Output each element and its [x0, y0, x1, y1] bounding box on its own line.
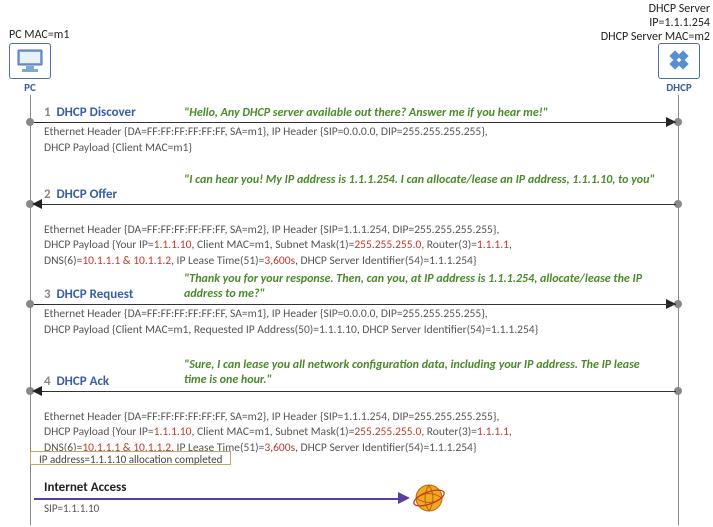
arrow-head-icon — [32, 199, 42, 209]
router: 1.1.1.1 — [477, 425, 509, 439]
txt: , DHCP Server Identifier(54)=1.1.1.254} — [295, 441, 476, 455]
marker-icon — [26, 118, 34, 126]
step-2-label: 2 DHCP Offer — [44, 187, 117, 202]
txt: , DHCP Server Identifier(54)=1.1.1.254} — [295, 254, 476, 268]
txt: , IP Lease Time(51)= — [171, 254, 264, 268]
step-4-quote: "Sure, I can lease you all network confi… — [184, 358, 664, 388]
server-ip-label: DHCP Server IP=1.1.1.254 — [649, 2, 710, 30]
step-number: 1 — [44, 105, 51, 120]
lease-time: 3,600s — [264, 254, 295, 268]
step-4-detail: Ethernet Header {DA=FF:FF:FF:FF:FF:FF, S… — [44, 391, 676, 456]
txt: , Router(3)= — [421, 238, 477, 252]
pc-actor: PC — [9, 43, 51, 94]
subnet-mask: 255.255.255.0 — [354, 425, 421, 439]
step-4-label: 4 DHCP Ack — [44, 374, 109, 389]
sequence-diagram: PC MAC=m1 DHCP Server IP=1.1.1.254 DHCP … — [0, 0, 713, 527]
step-number: 4 — [44, 374, 51, 389]
pc-mac-label: PC MAC=m1 — [9, 28, 69, 42]
pc-caption: PC — [9, 81, 51, 94]
txt: , Client MAC=m1, Subnet Mask(1)= — [191, 425, 354, 439]
dhcp-lifeline — [678, 95, 679, 525]
server-mac-label: DHCP Server MAC=m2 — [601, 30, 710, 44]
dns: 10.1.1.1 & 10.1.1.2 — [82, 254, 171, 268]
step-name: DHCP Request — [56, 287, 133, 302]
dhcp-actor: DHCP — [658, 43, 700, 94]
your-ip: 1.1.1.10 — [154, 425, 192, 439]
server-label: DHCP Server IP=1.1.1.254 DHCP Server MAC… — [590, 2, 710, 44]
arrow-head-icon — [32, 386, 42, 396]
allocation-note: IP address=1.1.1.10 allocation completed — [30, 451, 231, 465]
step-1-detail: Ethernet Header {DA=FF:FF:FF:FF:FF:FF, S… — [44, 122, 676, 156]
step-name: DHCP Discover — [56, 105, 135, 120]
step-3-quote: "Thank you for your response. Then, can … — [184, 272, 664, 302]
dhcp-caption: DHCP — [658, 81, 700, 94]
step-2-detail: Ethernet Header {DA=FF:FF:FF:FF:FF:FF, S… — [44, 204, 676, 269]
step-number: 3 — [44, 287, 51, 302]
your-ip: 1.1.1.10 — [154, 238, 192, 252]
txt: , Router(3)= — [421, 425, 477, 439]
pc-icon — [9, 43, 51, 79]
internet-access-label: Internet Access — [44, 480, 126, 495]
subnet-mask: 255.255.255.0 — [354, 238, 421, 252]
arrow-head-icon — [398, 492, 410, 504]
step-2-quote: "I can hear you! My IP address is 1.1.1.… — [184, 173, 664, 188]
marker-icon — [26, 300, 34, 308]
lease-time: 3,600s — [264, 441, 295, 455]
step-1-label: 1 DHCP Discover — [44, 105, 136, 120]
globe-icon — [412, 481, 446, 515]
step-3-detail: Ethernet Header {DA=FF:FF:FF:FF:FF:FF, S… — [44, 304, 676, 338]
txt: , Client MAC=m1, Subnet Mask(1)= — [191, 238, 354, 252]
step-name: DHCP Offer — [56, 187, 117, 202]
step-name: DHCP Ack — [56, 374, 109, 389]
step-number: 2 — [44, 187, 51, 202]
sip-label: SIP=1.1.1.10 — [44, 502, 99, 515]
step-3-label: 3 DHCP Request — [44, 287, 133, 302]
step-1-quote: "Hello, Any DHCP server available out th… — [184, 106, 664, 121]
dhcp-icon — [658, 43, 700, 79]
internet-arrow — [34, 498, 399, 500]
router: 1.1.1.1 — [477, 238, 509, 252]
